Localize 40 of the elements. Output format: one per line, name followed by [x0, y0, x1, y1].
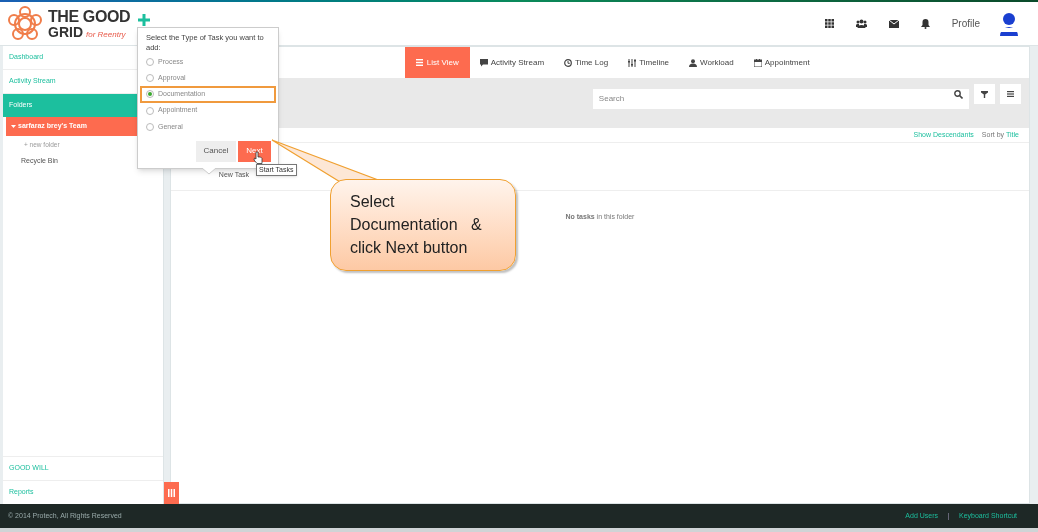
grid-icon[interactable] — [824, 19, 834, 28]
clock-icon — [564, 58, 573, 67]
view-tab[interactable]: List View — [404, 47, 470, 78]
cursor-icon — [253, 151, 263, 164]
radio-button[interactable] — [146, 106, 154, 115]
columns-icon — [167, 489, 175, 497]
search-field[interactable]: Search — [592, 88, 969, 109]
user-icon — [689, 58, 698, 67]
cancel-button[interactable]: Cancel — [196, 140, 236, 162]
radio-button[interactable] — [146, 122, 154, 131]
view-tab[interactable]: Timeline — [618, 47, 680, 78]
avatar-icon[interactable] — [998, 11, 1020, 36]
logo-text: THE GOOD — [48, 8, 131, 25]
mail-icon[interactable] — [888, 19, 899, 28]
calendar-icon — [753, 58, 762, 67]
view-tab[interactable]: Workload — [679, 47, 744, 78]
logo-icon — [7, 5, 43, 42]
caret-icon — [11, 124, 16, 129]
profile-link[interactable]: Profile — [951, 16, 980, 31]
filter-icon — [980, 90, 988, 98]
plus-icon — [138, 13, 151, 26]
list-icon — [415, 58, 424, 67]
sliders-icon — [628, 58, 637, 67]
view-tab[interactable]: Activity Stream — [469, 47, 555, 78]
logo-text: GRID — [48, 24, 83, 39]
comment-icon — [479, 58, 488, 67]
view-tab[interactable]: Time Log — [554, 47, 619, 78]
radio-button[interactable] — [146, 58, 154, 67]
next-button[interactable]: Next — [238, 140, 271, 162]
radio-button[interactable] — [146, 90, 154, 99]
callout-bubble: Select Documentation & click Next button — [330, 179, 516, 271]
users-icon[interactable] — [855, 19, 867, 28]
filter-button[interactable] — [973, 84, 995, 104]
menu-button[interactable] — [999, 84, 1021, 104]
search-icon — [953, 90, 963, 99]
menu-icon — [1006, 91, 1014, 97]
view-tab[interactable]: Appointment — [743, 47, 820, 78]
logo-tagline: for Reentry — [86, 30, 126, 39]
bell-icon[interactable] — [920, 18, 930, 29]
radio-button[interactable] — [146, 74, 154, 83]
